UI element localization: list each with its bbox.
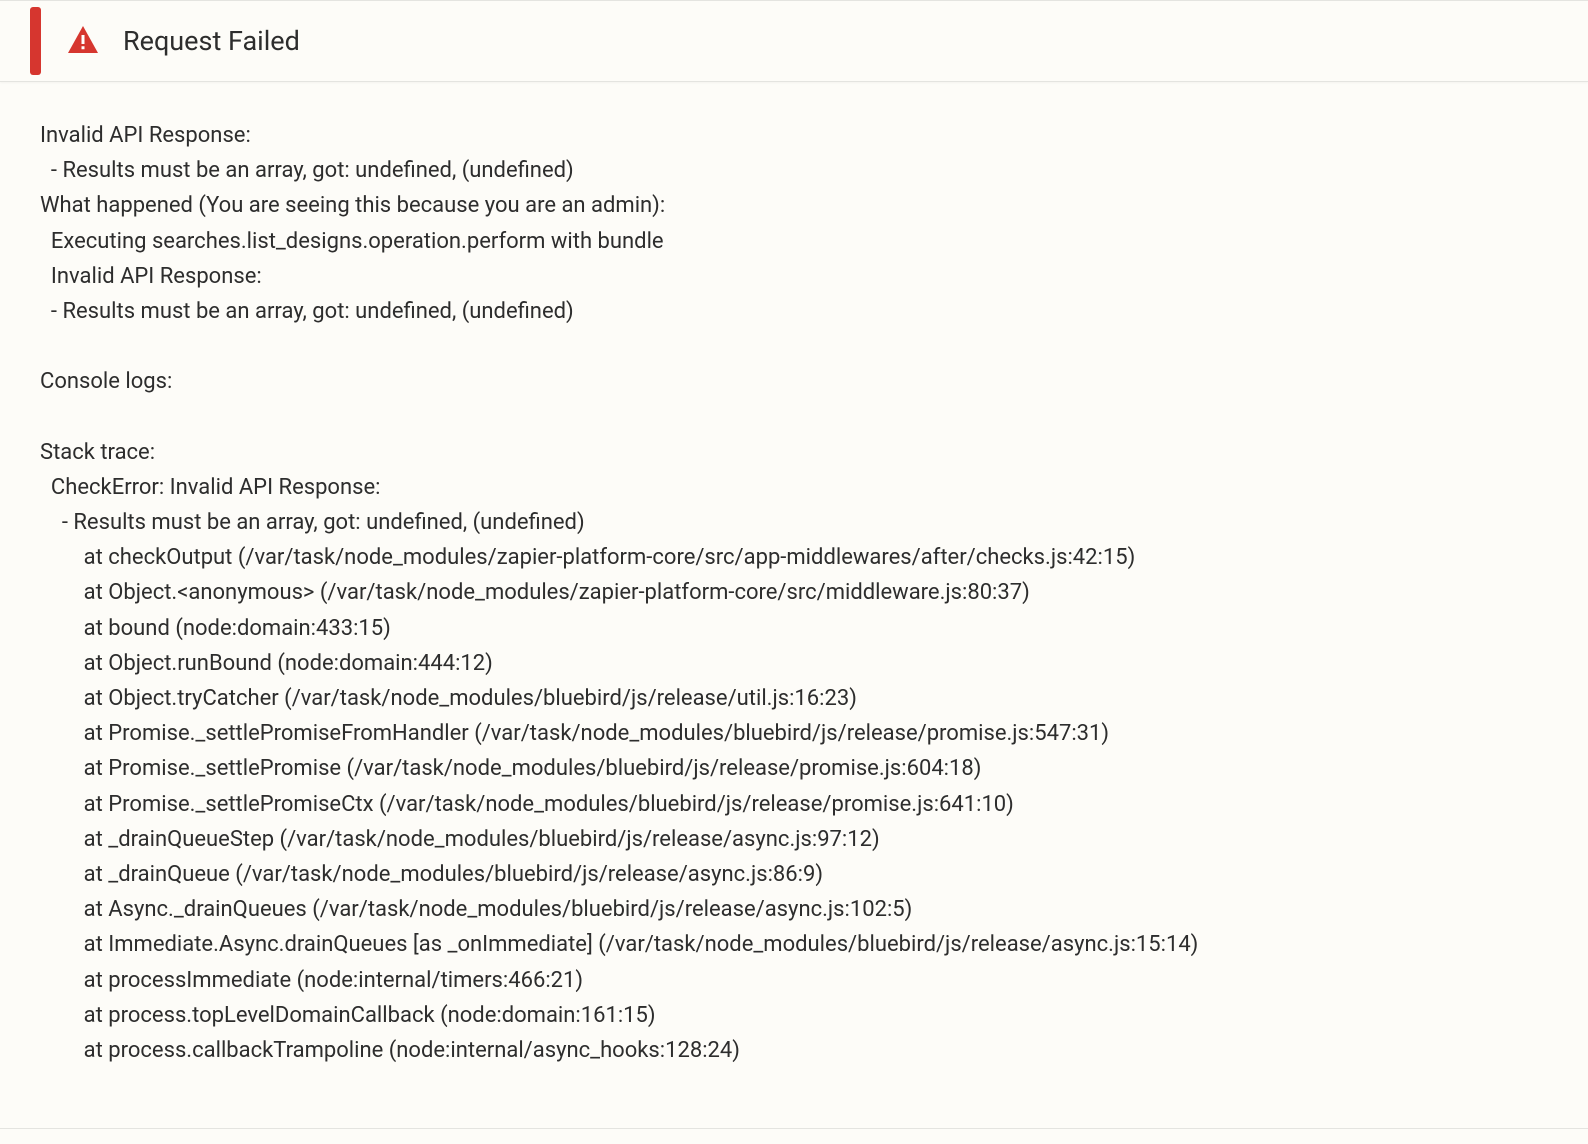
- error-title: Request Failed: [123, 25, 300, 57]
- error-accent-bar: [30, 7, 41, 75]
- error-body: Invalid API Response: - Results must be …: [0, 82, 1588, 1128]
- error-panel: Request Failed Invalid API Response: - R…: [0, 0, 1588, 1129]
- error-header: Request Failed: [0, 1, 1588, 82]
- warning-icon: [65, 23, 101, 59]
